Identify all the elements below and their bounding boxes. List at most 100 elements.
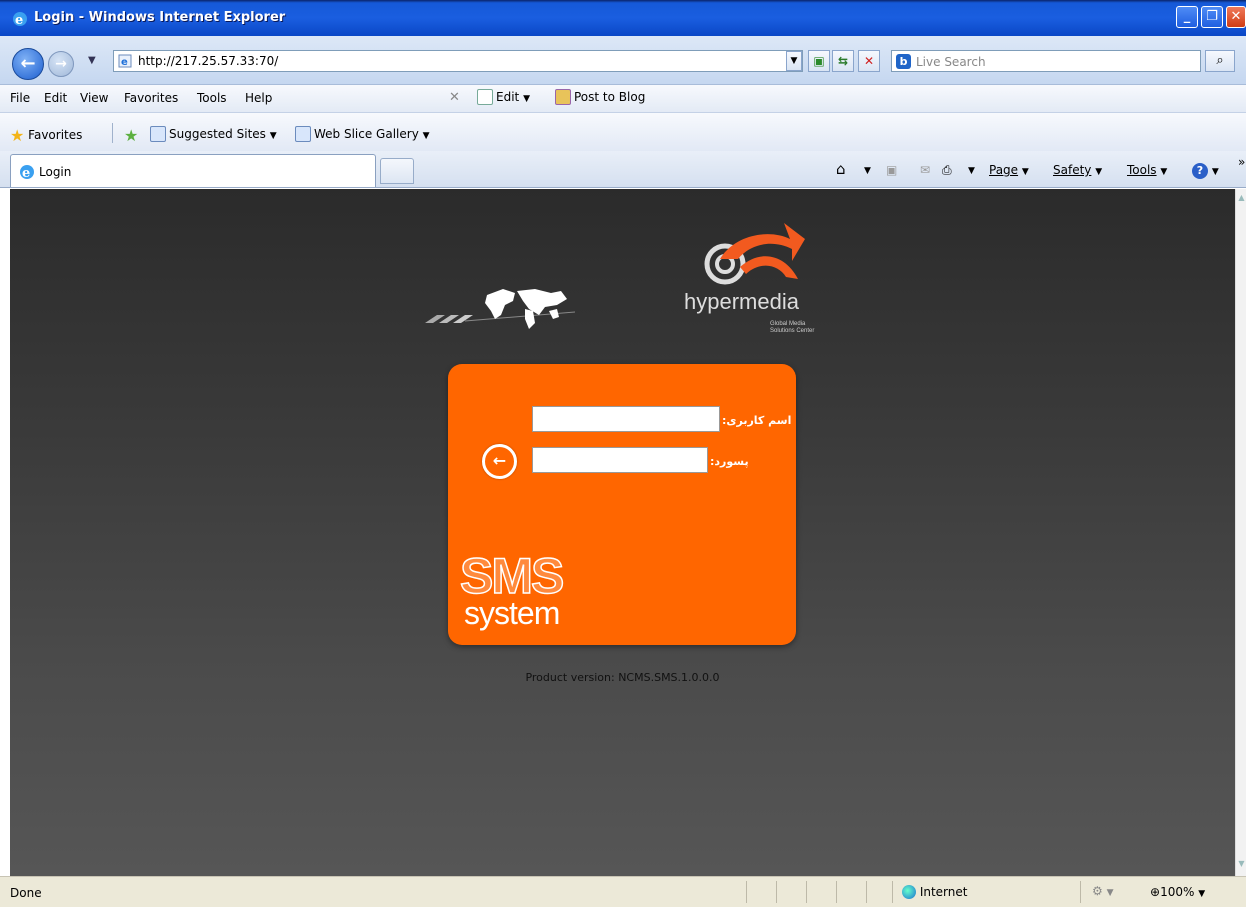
- safety-menu-label: Safety: [1053, 163, 1092, 177]
- menu-view[interactable]: View: [80, 91, 108, 105]
- username-label: اسم کاربری:: [722, 414, 792, 427]
- scroll-up-icon[interactable]: ▲: [1237, 193, 1246, 205]
- divider: [836, 881, 837, 903]
- add-favorite-icon: ★: [124, 126, 139, 145]
- minimize-button[interactable]: _: [1176, 6, 1198, 28]
- tools-menu[interactable]: Tools ▼: [1127, 163, 1167, 177]
- help-icon: ?: [1192, 163, 1208, 179]
- refresh-icon[interactable]: ⇆: [832, 50, 854, 72]
- address-toolbar: ← → ▼ e http://217.25.57.33:70/ ▼ ▣ ⇆ ✕ …: [0, 36, 1246, 85]
- chevron-down-icon: ▼: [523, 94, 530, 104]
- restore-button[interactable]: ❐: [1201, 6, 1223, 28]
- divider: [866, 881, 867, 903]
- chevron-down-icon[interactable]: ▼: [864, 166, 871, 176]
- menu-help[interactable]: Help: [245, 91, 272, 105]
- status-bar: Done Internet ⚙ ▼ ⊕100% ▼: [0, 876, 1246, 907]
- favorites-label: Favorites: [28, 128, 83, 142]
- search-placeholder: Live Search: [916, 55, 986, 69]
- svg-text:e: e: [15, 13, 23, 27]
- divider: [112, 123, 113, 143]
- globe-icon: [902, 885, 916, 899]
- tab-login[interactable]: e Login: [10, 154, 376, 187]
- compatibility-view-icon[interactable]: ▣: [808, 50, 830, 72]
- arrow-left-icon: ←: [492, 451, 507, 470]
- mail-icon[interactable]: ✉: [920, 163, 930, 177]
- protected-mode-icon[interactable]: ⚙ ▼: [1092, 884, 1114, 898]
- system-logo-text: system: [464, 595, 560, 631]
- security-zone[interactable]: Internet: [902, 885, 967, 899]
- close-button[interactable]: ✕: [1226, 6, 1246, 28]
- add-to-favorites-button[interactable]: ★: [124, 126, 138, 145]
- divider: [1080, 881, 1081, 903]
- star-icon: ★: [10, 126, 25, 145]
- search-button[interactable]: ⌕: [1205, 50, 1235, 72]
- home-icon[interactable]: ⌂: [836, 160, 846, 178]
- login-button[interactable]: ←: [482, 444, 517, 479]
- zoom-label: 100%: [1160, 885, 1195, 899]
- blog-icon: [555, 89, 571, 105]
- menu-bar: File Edit View Favorites Tools Help ✕ Ed…: [0, 85, 1246, 113]
- zoom-icon: ⊕: [1150, 885, 1161, 899]
- ie-page-icon: [150, 126, 166, 142]
- bing-icon: b: [896, 54, 911, 69]
- menu-tools[interactable]: Tools: [197, 91, 227, 105]
- scroll-down-icon[interactable]: ▼: [1237, 859, 1246, 871]
- brand-tagline-2: Solutions Center: [770, 328, 814, 334]
- status-text: Done: [10, 886, 42, 900]
- world-map-logo: [425, 289, 576, 329]
- edit-label: Edit: [496, 90, 520, 104]
- page-menu-label: Page: [989, 163, 1019, 177]
- address-bar[interactable]: e http://217.25.57.33:70/: [113, 50, 803, 72]
- svg-text:e: e: [22, 166, 30, 180]
- menu-file[interactable]: File: [10, 91, 30, 105]
- page-menu[interactable]: Page ▼: [989, 163, 1029, 177]
- chevron-down-icon: ▼: [422, 131, 430, 141]
- chevron-down-icon: ▼: [1198, 889, 1206, 899]
- edit-button[interactable]: Edit ▼: [477, 89, 530, 105]
- edit-icon: [477, 89, 493, 105]
- menu-edit[interactable]: Edit: [44, 91, 67, 105]
- product-version: Product version: NCMS.SMS.1.0.0.0: [525, 671, 720, 684]
- forward-button[interactable]: →: [48, 51, 74, 77]
- tab-bar: e Login ⌂ ▼ ▣ ✉ ⎙ ▼ Page ▼ Safety ▼ Tool…: [0, 151, 1246, 188]
- help-menu[interactable]: ? ▼: [1192, 163, 1219, 179]
- stop-icon[interactable]: ✕: [858, 50, 880, 72]
- web-slice-gallery-button[interactable]: Web Slice Gallery ▼: [295, 126, 430, 142]
- tab-title: Login: [39, 165, 72, 179]
- divider: [892, 881, 893, 903]
- zoom-control[interactable]: ⊕100% ▼: [1150, 885, 1205, 899]
- more-commands-icon[interactable]: »: [1238, 155, 1245, 169]
- password-label: پسورد:: [710, 455, 749, 468]
- chevron-down-icon: ▼: [269, 131, 277, 141]
- password-input[interactable]: [532, 447, 708, 473]
- zone-label: Internet: [919, 885, 968, 899]
- address-dropdown-icon[interactable]: ▼: [786, 51, 802, 71]
- menu-favorites[interactable]: Favorites: [124, 91, 178, 105]
- page-content: hypermedia Global Media Solutions Center…: [10, 189, 1235, 876]
- post-to-blog-button[interactable]: Post to Blog: [555, 89, 645, 105]
- chevron-down-icon: ▼: [1095, 167, 1103, 177]
- close-toolbar-icon[interactable]: ✕: [449, 90, 460, 105]
- ie-page-icon: [295, 126, 311, 142]
- suggested-sites-label: Suggested Sites: [169, 127, 266, 141]
- page-icon: e: [118, 54, 132, 68]
- feeds-icon[interactable]: ▣: [886, 163, 897, 177]
- suggested-sites-button[interactable]: Suggested Sites ▼: [150, 126, 277, 142]
- username-input[interactable]: [532, 406, 720, 432]
- svg-text:e: e: [121, 57, 128, 68]
- chevron-down-icon[interactable]: ▼: [968, 166, 975, 176]
- hypermedia-logo: hypermedia Global Media Solutions Center: [684, 223, 814, 334]
- brand-tagline-1: Global Media: [770, 321, 806, 327]
- chevron-down-icon: ▼: [1211, 167, 1219, 177]
- vertical-scrollbar[interactable]: ▲ ▼: [1235, 189, 1246, 876]
- tools-menu-label: Tools: [1127, 163, 1157, 177]
- back-button[interactable]: ←: [12, 48, 44, 80]
- chevron-down-icon: ▼: [1021, 167, 1029, 177]
- print-icon[interactable]: ⎙: [942, 163, 952, 178]
- search-box[interactable]: b Live Search: [891, 50, 1201, 72]
- recent-pages-dropdown-icon[interactable]: ▼: [88, 55, 96, 66]
- safety-menu[interactable]: Safety ▼: [1053, 163, 1102, 177]
- favorites-button[interactable]: ★ Favorites: [10, 126, 82, 145]
- new-tab-button[interactable]: [380, 158, 414, 184]
- window-title: Login - Windows Internet Explorer: [34, 10, 286, 25]
